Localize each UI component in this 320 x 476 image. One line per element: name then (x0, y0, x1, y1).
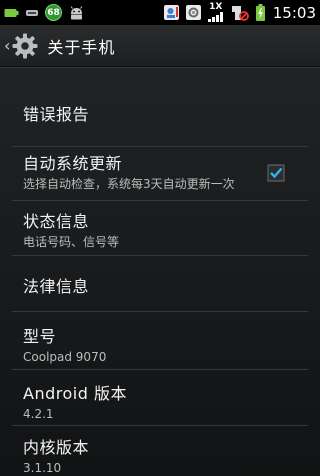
no-sim-icon (230, 5, 250, 21)
list-item-title: 法律信息 (23, 277, 90, 296)
list-item-title: Android 版本 (23, 384, 127, 403)
usb-icon (25, 8, 39, 18)
security-badge-icon: 68 (45, 4, 62, 21)
list-item-status-info[interactable]: 状态信息 电话号码、信号等 (0, 212, 320, 250)
list-item-summary: Coolpad 9070 (23, 350, 107, 364)
list-item-summary: 电话号码、信号等 (23, 235, 120, 249)
contacts-icon (163, 4, 180, 21)
list-item-title: 状态信息 (23, 212, 90, 231)
list-item-title: 内核版本 (23, 438, 90, 457)
android-icon (68, 5, 85, 20)
list-item-summary: 3.1.10 (23, 461, 62, 475)
list-item-kernel-version[interactable]: 内核版本 3.1.10 (0, 438, 320, 476)
divider (12, 369, 308, 370)
list-item-android-version[interactable]: Android 版本 4.2.1 (0, 384, 320, 422)
divider (12, 255, 308, 256)
settings-list: 错误报告 自动系统更新 选择自动检查，系统每3天自动更新一次 状态信息 电话号码… (0, 67, 320, 476)
battery-charging-icon (255, 4, 266, 21)
status-bar: 68 1X 15:03 (0, 0, 320, 25)
divider (12, 146, 308, 147)
divider (12, 425, 308, 426)
list-item-bug-report[interactable]: 错误报告 (0, 105, 320, 125)
header-divider (0, 67, 320, 68)
photo-icon (185, 4, 202, 21)
action-bar: ‹ 关于手机 (0, 25, 320, 67)
back-chevron-icon[interactable]: ‹ (4, 36, 10, 55)
divider (12, 311, 308, 312)
network-type-label: 1X (209, 2, 223, 12)
list-item-legal-info[interactable]: 法律信息 (0, 277, 320, 297)
signal-icon: 1X (207, 3, 225, 22)
battery-small-icon (4, 8, 19, 18)
auto-update-checkbox[interactable] (267, 164, 285, 182)
list-item-title: 错误报告 (23, 105, 90, 124)
list-item-summary: 4.2.1 (23, 407, 54, 421)
list-item-model[interactable]: 型号 Coolpad 9070 (0, 327, 320, 365)
divider (12, 200, 308, 201)
notification-badge: 68 (45, 4, 62, 21)
status-clock: 15:03 (272, 3, 316, 22)
settings-gear-icon[interactable] (11, 32, 39, 60)
page-title: 关于手机 (47, 37, 116, 57)
list-item-title: 型号 (23, 327, 57, 346)
